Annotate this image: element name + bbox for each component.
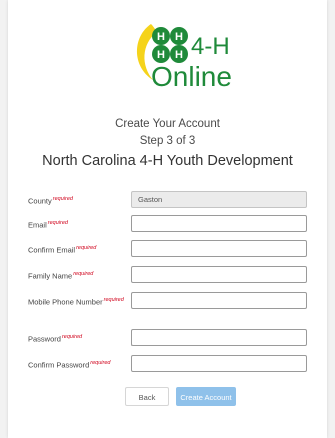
family-name-label: Family Namerequired xyxy=(28,271,94,281)
required-marker: required xyxy=(61,334,83,340)
county-field: Gaston xyxy=(131,191,307,208)
family-name-field[interactable] xyxy=(131,266,307,283)
required-marker: required xyxy=(52,196,73,202)
organization-name: North Carolina 4-H Youth Development xyxy=(42,153,293,169)
email-field[interactable] xyxy=(131,215,307,232)
step-indicator: Step 3 of 3 xyxy=(139,135,196,147)
svg-text:H: H xyxy=(175,49,183,61)
account-card: H H H H 4-H Online Create Your Account S… xyxy=(8,0,327,438)
mobile-phone-row: Mobile Phone Numberrequired xyxy=(28,292,318,312)
password-label: Passwordrequired xyxy=(28,334,83,344)
logo-text-online: Online xyxy=(151,61,232,92)
svg-text:H: H xyxy=(157,49,165,61)
required-marker: required xyxy=(76,245,97,251)
confirm-password-label: Confirm Passwordrequired xyxy=(28,360,111,370)
mobile-phone-field[interactable] xyxy=(131,292,307,309)
back-button[interactable]: Back xyxy=(125,387,169,406)
email-row: Emailrequired xyxy=(28,215,318,235)
password-field[interactable] xyxy=(131,329,307,346)
mobile-phone-label: Mobile Phone Numberrequired xyxy=(28,297,124,307)
county-row: Countyrequired Gaston xyxy=(28,191,318,211)
email-label: Emailrequired xyxy=(28,220,68,230)
svg-text:H: H xyxy=(157,31,165,43)
family-name-row: Family Namerequired xyxy=(28,266,318,286)
confirm-email-label: Confirm Emailrequired xyxy=(28,245,97,255)
password-row: Passwordrequired xyxy=(28,329,318,349)
svg-text:H: H xyxy=(175,31,183,43)
create-account-button[interactable]: Create Account xyxy=(176,387,236,406)
logo-text-4h: 4-H xyxy=(191,33,230,60)
county-label: Countyrequired xyxy=(28,196,73,206)
confirm-password-row: Confirm Passwordrequired xyxy=(28,355,318,375)
required-marker: required xyxy=(103,297,124,303)
required-marker: required xyxy=(90,360,111,366)
required-marker: required xyxy=(47,220,68,226)
required-marker: required xyxy=(73,271,94,277)
confirm-password-field[interactable] xyxy=(131,355,307,372)
confirm-email-field[interactable] xyxy=(131,240,307,257)
page-title: Create Your Account xyxy=(115,118,220,130)
confirm-email-row: Confirm Emailrequired xyxy=(28,240,318,260)
4h-online-logo: H H H H 4-H Online xyxy=(123,14,253,94)
